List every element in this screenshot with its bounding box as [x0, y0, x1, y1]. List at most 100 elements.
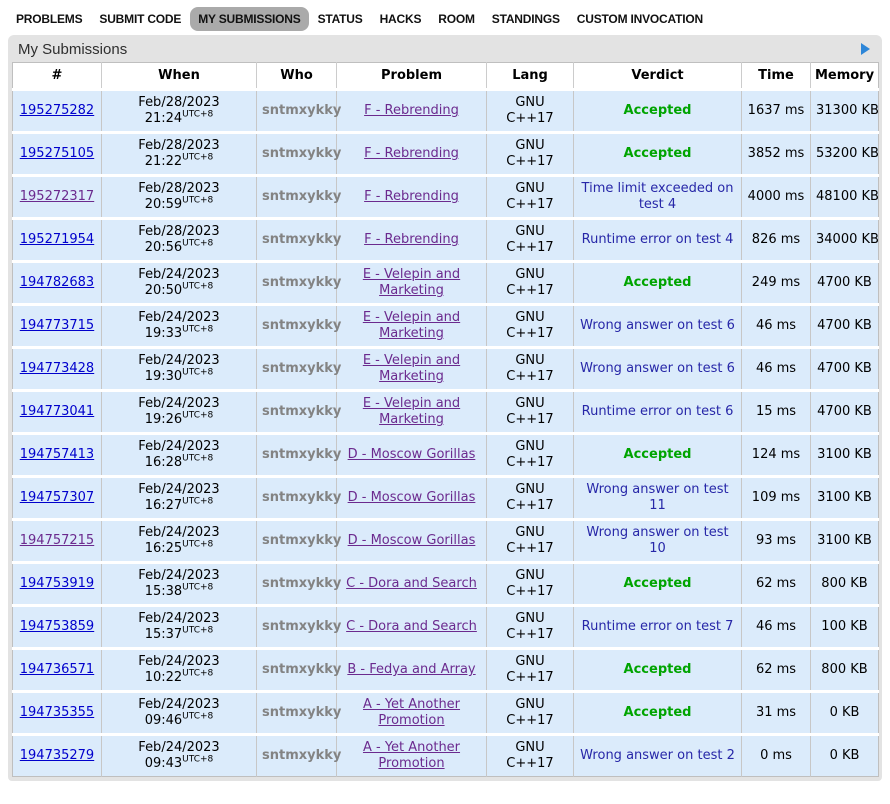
username: sntmxykky: [262, 146, 341, 161]
table-row: 194735279 Feb/24/2023 09:43UTC+8 sntmxyk…: [13, 735, 879, 777]
problem-link[interactable]: E - Velepin and Marketing: [363, 267, 460, 298]
submission-id-link[interactable]: 194753919: [20, 576, 94, 591]
submission-date: Feb/24/2023: [107, 353, 251, 369]
timezone-label: UTC+8: [182, 282, 213, 292]
nav-tab[interactable]: CUSTOM INVOCATION: [569, 7, 711, 31]
submission-id-link[interactable]: 194782683: [20, 275, 94, 290]
submission-time: 09:46UTC+8: [107, 713, 251, 729]
nav-tab[interactable]: STANDINGS: [484, 7, 568, 31]
verdict-text: Runtime error on test 7: [582, 619, 734, 634]
id-cell: 194736571: [13, 649, 102, 692]
table-body: 195275282 Feb/28/2023 21:24UTC+8 sntmxyk…: [13, 90, 879, 777]
memory-cell: 4700 KB: [811, 391, 879, 434]
who-cell: sntmxykky: [257, 305, 337, 348]
table-row: 194753919 Feb/24/2023 15:38UTC+8 sntmxyk…: [13, 563, 879, 606]
submission-date: Feb/28/2023: [107, 181, 251, 197]
timezone-label: UTC+8: [182, 325, 213, 335]
submission-id-link[interactable]: 194736571: [20, 662, 94, 677]
verdict-text: Accepted: [624, 103, 692, 118]
problem-cell: B - Fedya and Array: [337, 649, 487, 692]
time-cell: 249 ms: [742, 262, 811, 305]
submission-id-link[interactable]: 194753859: [20, 619, 94, 634]
problem-link[interactable]: C - Dora and Search: [346, 619, 477, 634]
problem-link[interactable]: A - Yet Another Promotion: [363, 740, 460, 771]
memory-cell: 4700 KB: [811, 348, 879, 391]
submission-date: Feb/24/2023: [107, 740, 251, 756]
when-cell: Feb/24/2023 09:43UTC+8: [102, 735, 257, 777]
time-cell: 0 ms: [742, 735, 811, 777]
id-cell: 195275282: [13, 90, 102, 133]
when-cell: Feb/24/2023 19:33UTC+8: [102, 305, 257, 348]
time-cell: 4000 ms: [742, 176, 811, 219]
timezone-label: UTC+8: [182, 669, 213, 679]
nav-tab[interactable]: MY SUBMISSIONS: [190, 7, 308, 31]
problem-link[interactable]: C - Dora and Search: [346, 576, 477, 591]
username: sntmxykky: [262, 705, 341, 720]
id-cell: 194757413: [13, 434, 102, 477]
time-cell: 46 ms: [742, 606, 811, 649]
submission-id-link[interactable]: 194735355: [20, 705, 94, 720]
nav-tab[interactable]: SUBMIT CODE: [91, 7, 189, 31]
submission-id-link[interactable]: 194735279: [20, 748, 94, 763]
submission-id-link[interactable]: 194773715: [20, 318, 94, 333]
problem-link[interactable]: A - Yet Another Promotion: [363, 697, 460, 728]
submission-id-link[interactable]: 195275105: [20, 146, 94, 161]
problem-link[interactable]: E - Velepin and Marketing: [363, 353, 460, 384]
verdict-text: Wrong answer on test 11: [586, 482, 728, 513]
nav-tab[interactable]: STATUS: [310, 7, 371, 31]
verdict-cell: Accepted: [574, 649, 742, 692]
problem-link[interactable]: F - Rebrending: [364, 103, 459, 118]
problem-link[interactable]: D - Moscow Gorillas: [348, 490, 476, 505]
time-cell: 15 ms: [742, 391, 811, 434]
verdict-text: Accepted: [624, 576, 692, 591]
submission-date: Feb/24/2023: [107, 611, 251, 627]
memory-cell: 0 KB: [811, 692, 879, 735]
timezone-label: UTC+8: [182, 368, 213, 378]
submission-date: Feb/28/2023: [107, 138, 251, 154]
id-cell: 194773428: [13, 348, 102, 391]
id-cell: 195272317: [13, 176, 102, 219]
expand-right-arrow-icon[interactable]: [861, 43, 870, 55]
submission-id-link[interactable]: 194773428: [20, 361, 94, 376]
submission-id-link[interactable]: 194757215: [20, 533, 94, 548]
nav-tab[interactable]: PROBLEMS: [8, 7, 90, 31]
problem-link[interactable]: D - Moscow Gorillas: [348, 447, 476, 462]
submission-id-link[interactable]: 194757413: [20, 447, 94, 462]
timezone-label: UTC+8: [182, 583, 213, 593]
problem-cell: E - Velepin and Marketing: [337, 262, 487, 305]
submission-time: 20:59UTC+8: [107, 197, 251, 213]
submission-time: 15:37UTC+8: [107, 627, 251, 643]
submission-date: Feb/24/2023: [107, 439, 251, 455]
nav-tab[interactable]: ROOM: [430, 7, 483, 31]
when-cell: Feb/24/2023 19:30UTC+8: [102, 348, 257, 391]
table-row: 195271954 Feb/28/2023 20:56UTC+8 sntmxyk…: [13, 219, 879, 262]
submission-id-link[interactable]: 195275282: [20, 103, 94, 118]
memory-cell: 48100 KB: [811, 176, 879, 219]
verdict-cell: Runtime error on test 6: [574, 391, 742, 434]
problem-cell: F - Rebrending: [337, 90, 487, 133]
problem-link[interactable]: B - Fedya and Array: [347, 662, 475, 677]
table-row: 194773041 Feb/24/2023 19:26UTC+8 sntmxyk…: [13, 391, 879, 434]
submission-id-link[interactable]: 195271954: [20, 232, 94, 247]
problem-link[interactable]: F - Rebrending: [364, 189, 459, 204]
problem-link[interactable]: E - Velepin and Marketing: [363, 310, 460, 341]
problem-link[interactable]: F - Rebrending: [364, 146, 459, 161]
nav-tab[interactable]: HACKS: [372, 7, 430, 31]
time-cell: 1637 ms: [742, 90, 811, 133]
submission-id-link[interactable]: 195272317: [20, 189, 94, 204]
problem-cell: C - Dora and Search: [337, 606, 487, 649]
column-header: When: [102, 63, 257, 90]
submission-time: 15:38UTC+8: [107, 584, 251, 600]
submission-id-link[interactable]: 194773041: [20, 404, 94, 419]
submission-id-link[interactable]: 194757307: [20, 490, 94, 505]
username: sntmxykky: [262, 576, 341, 591]
verdict-cell: Accepted: [574, 563, 742, 606]
table-row: 195275105 Feb/28/2023 21:22UTC+8 sntmxyk…: [13, 133, 879, 176]
problem-link[interactable]: D - Moscow Gorillas: [348, 533, 476, 548]
problem-cell: C - Dora and Search: [337, 563, 487, 606]
username: sntmxykky: [262, 490, 341, 505]
problem-link[interactable]: E - Velepin and Marketing: [363, 396, 460, 427]
id-cell: 194773715: [13, 305, 102, 348]
submission-time: 21:22UTC+8: [107, 154, 251, 170]
problem-link[interactable]: F - Rebrending: [364, 232, 459, 247]
